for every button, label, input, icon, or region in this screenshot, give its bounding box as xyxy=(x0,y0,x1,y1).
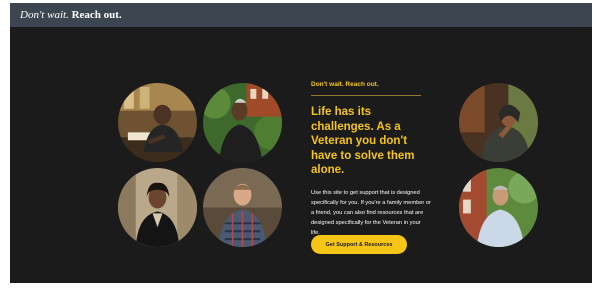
veteran-photo-4 xyxy=(203,168,282,247)
veteran-photo-3 xyxy=(118,168,197,247)
get-support-button[interactable]: Get Support & Resources xyxy=(311,235,407,254)
veteran-photo-5 xyxy=(459,83,538,162)
brand-logo[interactable]: Don't wait. Reach out. xyxy=(20,9,122,21)
hero-headline: Life has its challenges. As a Veteran yo… xyxy=(311,106,415,176)
brand-bold: Reach out. xyxy=(71,9,122,21)
brand-italic: Don't wait. xyxy=(20,9,69,21)
page-frame: Don't wait. Reach out. Don't wait. Reach… xyxy=(10,3,592,283)
hero-content: Don't wait. Reach out. Life has its chal… xyxy=(311,81,431,238)
veteran-photo-6 xyxy=(459,168,538,247)
hero-eyebrow: Don't wait. Reach out. xyxy=(311,81,379,88)
hero-body-text: Use this site to get support that is des… xyxy=(311,189,431,236)
veteran-photo-2 xyxy=(203,83,282,162)
veteran-photo-1 xyxy=(118,83,197,162)
top-bar: Don't wait. Reach out. xyxy=(10,3,592,27)
divider xyxy=(311,95,421,96)
